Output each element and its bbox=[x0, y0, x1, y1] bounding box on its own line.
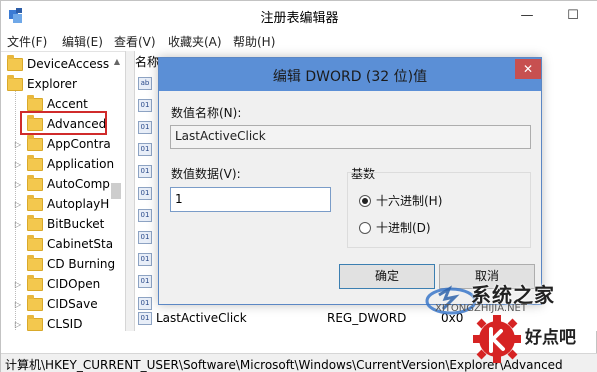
edit-dword-dialog: 编辑 DWORD (32 位)值 ✕ 数值名称(N): LastActiveCl… bbox=[158, 57, 542, 305]
tree-item-label: CIDSave bbox=[47, 297, 98, 311]
radio-dec[interactable]: 十进制(D) bbox=[359, 219, 431, 236]
reg-value-icon: 01 bbox=[138, 121, 152, 134]
folder-icon bbox=[27, 314, 43, 331]
tree-item-cidsave[interactable]: ▷ CIDSave bbox=[13, 294, 98, 314]
tree-item-label: CLSID bbox=[47, 317, 83, 331]
reg-dword-icon: 01 bbox=[138, 312, 152, 325]
tree-item-autocomplete[interactable]: ▷ AutoComp bbox=[13, 174, 110, 194]
expand-arrow-icon[interactable]: ▷ bbox=[13, 200, 23, 209]
maximize-button[interactable]: ☐ bbox=[550, 1, 596, 30]
value-data-input[interactable]: 1 bbox=[170, 187, 331, 212]
folder-icon bbox=[27, 194, 43, 211]
tree-item-label: DeviceAccess bbox=[27, 57, 110, 71]
expand-arrow-icon[interactable]: ▷ bbox=[13, 140, 23, 149]
expand-arrow-icon[interactable]: ▷ bbox=[13, 320, 23, 329]
radio-dec-label: 十进制(D) bbox=[376, 221, 431, 235]
folder-icon bbox=[27, 294, 43, 311]
radio-unselected-icon bbox=[359, 221, 371, 234]
scroll-up-arrow-icon[interactable]: ▲ bbox=[109, 57, 125, 71]
reg-value-icon: 01 bbox=[138, 99, 152, 112]
folder-icon bbox=[27, 174, 43, 191]
expand-arrow-icon[interactable]: ▷ bbox=[13, 300, 23, 309]
tree-item-clsid[interactable]: ▷ CLSID bbox=[13, 314, 82, 331]
value-row-name[interactable]: LastActiveClick bbox=[156, 311, 247, 325]
folder-open-icon bbox=[7, 74, 23, 91]
reg-value-icon: ab bbox=[138, 77, 152, 90]
menu-help[interactable]: 帮助(H) bbox=[233, 33, 275, 50]
tree-item-deviceaccess[interactable]: DeviceAccess bbox=[7, 54, 109, 74]
tree-scrollbar-thumb[interactable] bbox=[111, 183, 121, 199]
dialog-title: 编辑 DWORD (32 位)值 bbox=[272, 69, 428, 85]
value-name-label: 数值名称(N): bbox=[171, 106, 242, 120]
reg-value-icon: 01 bbox=[138, 187, 152, 200]
reg-value-icon: 01 bbox=[138, 275, 152, 288]
reg-value-icon: 01 bbox=[138, 297, 152, 310]
menu-view[interactable]: 查看(V) bbox=[114, 33, 156, 50]
title-bar: 注册表编辑器 — ☐ bbox=[1, 1, 597, 30]
menu-favorites[interactable]: 收藏夹(A) bbox=[168, 33, 222, 50]
folder-icon bbox=[27, 134, 43, 151]
folder-icon bbox=[27, 274, 43, 291]
menu-bar: 文件(F) 编辑(E) 查看(V) 收藏夹(A) 帮助(H) bbox=[1, 30, 597, 51]
tree-item-label: Accent bbox=[47, 97, 88, 111]
registry-tree[interactable]: DeviceAccess Explorer Accent Advanced ▷ … bbox=[1, 51, 125, 331]
radio-selected-icon bbox=[359, 194, 371, 207]
dialog-close-button[interactable]: ✕ bbox=[515, 59, 541, 79]
folder-icon bbox=[27, 94, 43, 111]
minimize-button[interactable]: — bbox=[504, 1, 550, 30]
tree-item-explorer[interactable]: Explorer bbox=[7, 74, 77, 94]
tree-item-label: CIDOpen bbox=[47, 277, 101, 291]
expand-arrow-icon[interactable]: ▷ bbox=[13, 180, 23, 189]
radio-hex[interactable]: 十六进制(H) bbox=[359, 192, 442, 209]
tree-item-application[interactable]: ▷ Application bbox=[13, 154, 114, 174]
tree-item-bitbucket[interactable]: ▷ BitBucket bbox=[13, 214, 104, 234]
watermark-gear-logo bbox=[473, 315, 521, 363]
value-data-label: 数值数据(V): bbox=[171, 167, 241, 181]
menu-edit[interactable]: 编辑(E) bbox=[62, 33, 103, 50]
base-groupbox bbox=[347, 172, 531, 248]
folder-icon bbox=[27, 154, 43, 171]
tree-item-label: AutoComp bbox=[47, 177, 110, 191]
selected-key-highlight bbox=[20, 111, 107, 135]
value-name-field: LastActiveClick bbox=[170, 125, 531, 149]
tree-item-label: Application bbox=[47, 157, 115, 171]
folder-icon bbox=[27, 254, 43, 271]
tree-item-appcontract[interactable]: ▷ AppContra bbox=[13, 134, 111, 154]
expand-arrow-icon[interactable]: ▷ bbox=[13, 220, 23, 229]
dialog-title-bar: 编辑 DWORD (32 位)值 ✕ bbox=[159, 58, 541, 91]
pane-splitter[interactable] bbox=[125, 51, 135, 331]
folder-icon bbox=[7, 54, 23, 71]
tree-item-label: CD Burning bbox=[47, 257, 116, 271]
watermark-brand-name: 好点吧 bbox=[525, 328, 576, 348]
value-row-type: REG_DWORD bbox=[327, 311, 407, 325]
tree-item-label: CabinetSta bbox=[47, 237, 114, 251]
tree-item-label: Explorer bbox=[27, 77, 77, 91]
menu-file[interactable]: 文件(F) bbox=[7, 33, 47, 50]
tree-item-autoplayhandlers[interactable]: ▷ AutoplayH bbox=[13, 194, 109, 214]
tree-item-label: BitBucket bbox=[47, 217, 105, 231]
tree-item-cidopen[interactable]: ▷ CIDOpen bbox=[13, 274, 100, 294]
radio-hex-label: 十六进制(H) bbox=[376, 194, 443, 208]
folder-icon bbox=[27, 234, 43, 251]
tree-item-cabinetstate[interactable]: CabinetSta bbox=[27, 234, 113, 254]
folder-icon bbox=[27, 214, 43, 231]
reg-value-icon: 01 bbox=[138, 143, 152, 156]
expand-arrow-icon[interactable]: ▷ bbox=[13, 160, 23, 169]
reg-value-icon: 01 bbox=[138, 253, 152, 266]
tree-item-label: AutoplayH bbox=[47, 197, 110, 211]
tree-item-label: AppContra bbox=[47, 137, 111, 151]
regedit-window: 注册表编辑器 — ☐ 文件(F) 编辑(E) 查看(V) 收藏夹(A) 帮助(H… bbox=[0, 0, 597, 372]
reg-value-icon: 01 bbox=[138, 209, 152, 222]
reg-value-icon: 01 bbox=[138, 165, 152, 178]
column-header-name[interactable]: 名称 bbox=[135, 53, 159, 70]
expand-arrow-icon[interactable]: ▷ bbox=[13, 280, 23, 289]
tree-item-cdburning[interactable]: CD Burning bbox=[27, 254, 115, 274]
reg-value-icon: 01 bbox=[138, 231, 152, 244]
